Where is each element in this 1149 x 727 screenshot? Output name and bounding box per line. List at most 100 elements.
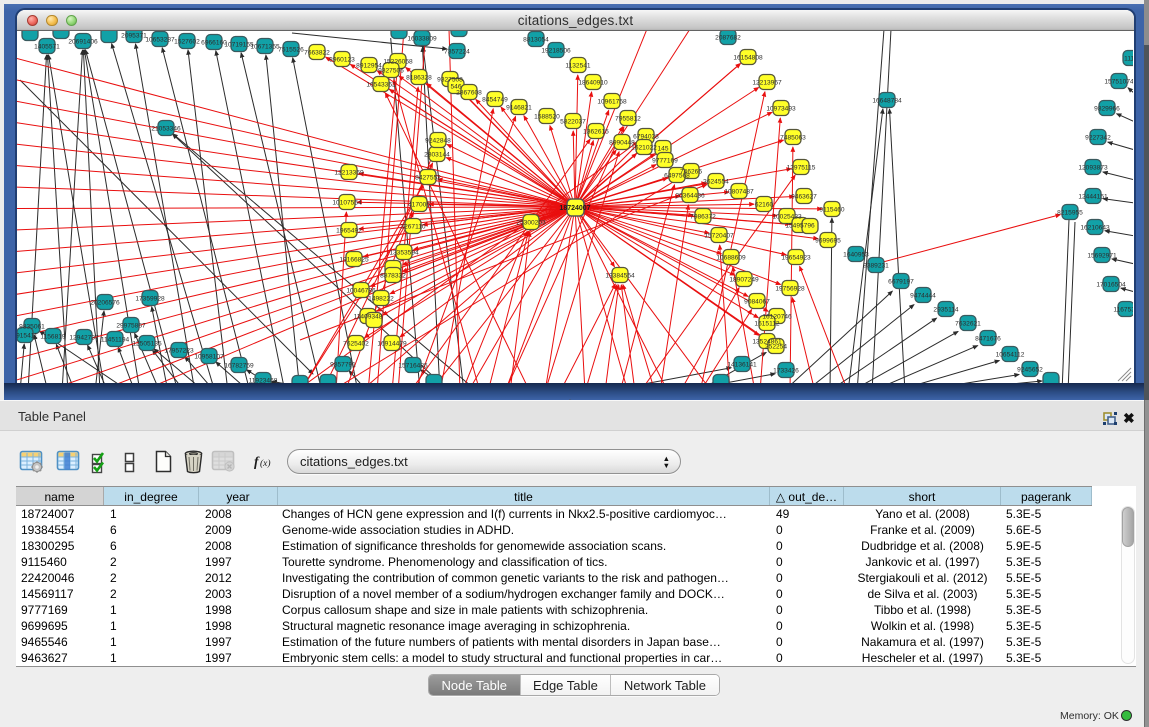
svg-text:17359928: 17359928	[135, 296, 165, 303]
svg-text:16648784: 16648784	[872, 98, 902, 105]
svg-text:6794028: 6794028	[633, 134, 659, 141]
svg-text:1132541: 1132541	[565, 63, 591, 70]
svg-text:20364436: 20364436	[675, 193, 705, 200]
svg-text:3915411: 3915411	[17, 333, 38, 340]
svg-text:10107554: 10107554	[332, 200, 362, 207]
svg-text:9474444: 9474444	[910, 293, 936, 300]
svg-text:417006: 417006	[408, 202, 430, 209]
svg-text:13353594: 13353594	[389, 250, 419, 257]
svg-text:9245652: 9245652	[1017, 367, 1043, 374]
svg-text:2935114: 2935114	[933, 307, 959, 314]
svg-text:9146821: 9146821	[506, 105, 532, 112]
svg-text:1640953: 1640953	[843, 252, 869, 259]
svg-text:7986372: 7986372	[690, 214, 716, 221]
svg-text:1498222: 1498222	[368, 296, 394, 303]
svg-text:12942737: 12942737	[69, 335, 99, 342]
svg-text:12505135: 12505135	[132, 341, 162, 348]
svg-text:1615112: 1615112	[754, 321, 780, 328]
svg-text:19166825: 19166825	[339, 257, 369, 264]
svg-text:15692971: 15692971	[1087, 253, 1117, 260]
svg-text:1527602: 1527602	[174, 39, 200, 46]
svg-text:8215955: 8215955	[1057, 210, 1083, 217]
svg-text:9463627: 9463627	[791, 194, 817, 201]
svg-text:3267110: 3267110	[400, 224, 426, 231]
svg-text:9327506: 9327506	[378, 68, 404, 75]
svg-text:7663822: 7663822	[304, 50, 330, 57]
svg-text:2867608: 2867608	[456, 90, 482, 97]
svg-text:10671355: 10671355	[250, 44, 280, 51]
svg-text:8878332: 8878332	[380, 273, 406, 280]
svg-text:10653287: 10653287	[145, 37, 175, 44]
svg-text:62160: 62160	[755, 202, 774, 209]
svg-text:9389231: 9389231	[863, 263, 889, 270]
svg-text:18907249: 18907249	[729, 277, 759, 284]
svg-text:8454749: 8454749	[482, 97, 508, 104]
svg-text:16120746: 16120746	[762, 314, 792, 321]
svg-text:18640910: 18640910	[578, 80, 608, 87]
svg-text:16154808: 16154808	[733, 55, 763, 62]
svg-text:7955812: 7955812	[615, 116, 641, 123]
svg-text:6966160: 6966160	[201, 40, 227, 47]
svg-text:1965492: 1965492	[336, 228, 362, 235]
svg-text:9115460: 9115460	[819, 207, 845, 214]
svg-text:25300203: 25300203	[516, 220, 546, 227]
svg-text:12093873: 12093873	[1078, 165, 1108, 172]
svg-text:(x): (x)	[260, 458, 271, 469]
svg-text:10046786: 10046786	[346, 288, 376, 295]
svg-text:2095371: 2095371	[121, 33, 147, 40]
svg-text:9227342: 9227342	[1085, 135, 1111, 142]
svg-text:7485063: 7485063	[780, 135, 806, 142]
svg-text:29975867: 29975867	[116, 323, 146, 330]
svg-text:10961758: 10961758	[597, 99, 627, 106]
svg-text:14136141: 14136141	[727, 362, 757, 369]
svg-text:8960123: 8960123	[329, 57, 355, 64]
svg-text:12975115: 12975115	[787, 165, 816, 172]
svg-text:5822037: 5822037	[560, 119, 586, 126]
svg-text:10958107: 10958107	[194, 354, 224, 361]
svg-text:19654923: 19654923	[781, 255, 811, 262]
svg-text:1167531: 1167531	[1113, 307, 1133, 314]
svg-text:9777169: 9777169	[652, 158, 678, 165]
svg-text:16782759: 16782759	[224, 363, 254, 370]
svg-text:8471676: 8471676	[975, 336, 1001, 343]
svg-text:19756928: 19756928	[775, 286, 805, 293]
svg-text:15226058: 15226058	[383, 59, 413, 66]
svg-text:7625402: 7625402	[343, 341, 369, 348]
svg-text:252254: 252254	[765, 344, 787, 351]
svg-text:10688609: 10688609	[716, 255, 746, 262]
svg-text:10654112: 10654112	[996, 352, 1025, 359]
svg-text:16210643: 16210643	[1080, 225, 1110, 232]
svg-text:9084067: 9084067	[744, 299, 770, 306]
svg-text:7632621: 7632621	[955, 321, 981, 328]
svg-text:1112: 1112	[1124, 56, 1133, 63]
svg-text:6679197: 6679197	[888, 279, 914, 286]
svg-text:16543362: 16543362	[366, 82, 396, 89]
svg-text:8427552: 8427552	[415, 175, 441, 182]
svg-text:20206576: 20206576	[90, 300, 120, 307]
svg-text:12213369: 12213369	[334, 170, 364, 177]
svg-text:11451194: 11451194	[101, 337, 130, 344]
svg-text:15716485: 15716485	[398, 363, 428, 370]
svg-text:1621022: 1621022	[631, 145, 657, 152]
svg-text:10973493: 10973493	[766, 106, 796, 113]
svg-text:3624554: 3624554	[703, 179, 729, 186]
svg-text:11409348: 11409348	[354, 314, 383, 321]
svg-text:9242848: 9242848	[425, 138, 451, 145]
svg-text:9327508: 9327508	[437, 77, 463, 84]
svg-text:15495796: 15495796	[785, 223, 815, 230]
svg-text:8186328: 8186328	[406, 75, 432, 82]
svg-text:12444151: 12444151	[1078, 194, 1108, 201]
svg-text:10025433: 10025433	[772, 214, 802, 221]
svg-text:21053346: 21053346	[151, 126, 181, 133]
svg-text:7515526: 7515526	[278, 47, 304, 54]
svg-text:10807487: 10807487	[724, 189, 754, 196]
svg-text:16033809: 16033809	[407, 36, 437, 43]
svg-text:9857791: 9857791	[330, 362, 356, 369]
svg-text:20691406: 20691406	[68, 39, 98, 46]
svg-text:8813054: 8813054	[523, 37, 549, 44]
svg-text:2803144: 2803144	[424, 152, 450, 159]
svg-text:18724007: 18724007	[559, 205, 590, 212]
svg-text:1588520: 1588520	[534, 114, 560, 121]
svg-text:17016504: 17016504	[1096, 282, 1126, 289]
svg-text:9829966: 9829966	[1094, 106, 1120, 113]
